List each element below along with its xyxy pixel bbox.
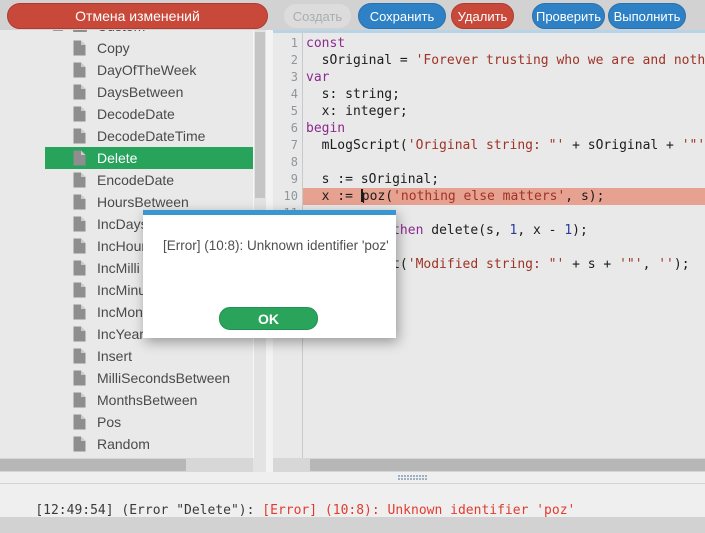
tree-item-label: Random: [97, 433, 150, 455]
file-icon: [73, 238, 86, 254]
dialog-accent-bar: [143, 210, 396, 215]
toolbar-button-1[interactable]: Сохранить: [358, 3, 446, 29]
file-icon: [73, 84, 86, 100]
tree-horizontal-scrollbar-thumb[interactable]: [0, 459, 186, 471]
tree-item-decodedatetime[interactable]: DecodeDateTime: [0, 125, 253, 147]
log-statusbar: [12:49:54] (Error "Delete"): [Error] (10…: [0, 484, 705, 517]
ok-button[interactable]: OK: [219, 307, 318, 330]
file-icon: [73, 414, 86, 430]
tree-item-label: Copy: [97, 37, 130, 59]
tree-item-label: DecodeDate: [97, 103, 175, 125]
file-icon: [73, 392, 86, 408]
tree-item-label: Insert: [97, 345, 132, 367]
file-icon: [73, 436, 86, 452]
file-icon: [73, 260, 86, 276]
code-line-7: 7 mLogScript('Original string: "' + sOri…: [273, 137, 705, 154]
tree-item-label: IncMinu: [97, 279, 146, 301]
tree-item-dayoftheweek[interactable]: DayOfTheWeek: [0, 59, 253, 81]
code-line-10: 10 x := poz('nothing else matters', s);: [273, 188, 705, 205]
tree-item-copy[interactable]: Copy: [0, 37, 253, 59]
line-number: 1: [273, 35, 298, 52]
code-line-1: 1const: [273, 35, 705, 52]
toolbar-button-0[interactable]: Создать: [283, 3, 352, 29]
line-number: 8: [273, 154, 298, 171]
editor-horizontal-scrollbar[interactable]: [273, 458, 705, 472]
file-icon: [73, 106, 86, 122]
file-icon: [73, 304, 86, 320]
file-icon: [73, 172, 86, 188]
toolbar-button-4[interactable]: Выполнить: [608, 3, 686, 29]
line-number: 7: [273, 137, 298, 154]
editor-focus-strip: [273, 30, 705, 33]
tree-item-label: IncMont: [97, 301, 147, 323]
tree-item-custom[interactable]: Custom: [0, 30, 253, 37]
line-number: 2: [273, 52, 298, 69]
log-error-text: [Error] (10:8): Unknown identifier 'poz': [262, 503, 575, 518]
file-icon: [73, 326, 86, 342]
tree-item-delete[interactable]: Delete: [0, 147, 253, 169]
code-line-2: 2 sOriginal = 'Forever trusting who we a…: [273, 52, 705, 69]
file-icon: [73, 62, 86, 78]
tree-item-label: IncMilli: [97, 257, 140, 279]
log-splitter[interactable]: [0, 472, 705, 484]
line-number: 3: [273, 69, 298, 86]
code-line-8: 8: [273, 154, 705, 171]
tree-item-label: EncodeDate: [97, 169, 174, 191]
file-icon: [73, 40, 86, 56]
folder-icon: [73, 30, 87, 32]
toolbar-button-2[interactable]: Удалить: [451, 3, 514, 29]
splitter-grip[interactable]: [398, 475, 428, 481]
toolbar: Отмена изменений СоздатьСохранитьУдалить…: [0, 0, 705, 30]
file-icon: [73, 370, 86, 386]
cancel-changes-button[interactable]: Отмена изменений: [7, 3, 268, 29]
tree-item-label: IncDays: [97, 213, 148, 235]
tree-collapse-icon[interactable]: [53, 30, 63, 31]
tree-item-millisecondsbetween[interactable]: MilliSecondsBetween: [0, 367, 253, 389]
code-line-9: 9 s := sOriginal;: [273, 171, 705, 188]
file-icon: [73, 348, 86, 364]
tree-item-label: MilliSecondsBetween: [97, 367, 230, 389]
tree-item-insert[interactable]: Insert: [0, 345, 253, 367]
log-timestamp-text: [12:49:54] (Error "Delete"):: [35, 503, 262, 518]
tree-item-daysbetween[interactable]: DaysBetween: [0, 81, 253, 103]
line-number: 9: [273, 171, 298, 188]
tree-item-label: Pos: [97, 411, 121, 433]
file-icon: [73, 216, 86, 232]
tree-vertical-scrollbar-thumb[interactable]: [255, 32, 265, 198]
tree-item-label: Custom: [97, 30, 145, 37]
tree-item-label: DayOfTheWeek: [97, 59, 196, 81]
tree-item-decodedate[interactable]: DecodeDate: [0, 103, 253, 125]
tree-item-label: DaysBetween: [97, 81, 183, 103]
tree-item-pos[interactable]: Pos: [0, 411, 253, 433]
tree-horizontal-scrollbar[interactable]: [0, 458, 253, 472]
line-number: 10: [273, 188, 298, 205]
line-number: 5: [273, 103, 298, 120]
tree-item-label: IncHour: [97, 235, 146, 257]
line-number: 6: [273, 120, 298, 137]
tree-item-label: DecodeDateTime: [97, 125, 205, 147]
file-icon: [73, 150, 86, 166]
editor-horizontal-scrollbar-thumb[interactable]: [310, 459, 705, 471]
dialog-message: [Error] (10:8): Unknown identifier 'poz': [163, 238, 389, 253]
tree-item-label: MonthsBetween: [97, 389, 197, 411]
tree-item-encodedate[interactable]: EncodeDate: [0, 169, 253, 191]
tree-item-monthsbetween[interactable]: MonthsBetween: [0, 389, 253, 411]
code-line-4: 4 s: string;: [273, 86, 705, 103]
code-line-5: 5 x: integer;: [273, 103, 705, 120]
tree-item-label: Delete: [97, 147, 137, 169]
tree-item-random[interactable]: Random: [0, 433, 253, 455]
tree-item-label: IncYear: [97, 323, 144, 345]
tree-scrollbar-corner: [253, 458, 266, 472]
code-line-3: 3var: [273, 69, 705, 86]
file-icon: [73, 128, 86, 144]
toolbar-button-3[interactable]: Проверить: [532, 3, 605, 29]
file-icon: [73, 282, 86, 298]
file-icon: [73, 194, 86, 210]
error-dialog: [Error] (10:8): Unknown identifier 'poz'…: [143, 210, 396, 338]
line-number: 4: [273, 86, 298, 103]
code-line-6: 6begin: [273, 120, 705, 137]
